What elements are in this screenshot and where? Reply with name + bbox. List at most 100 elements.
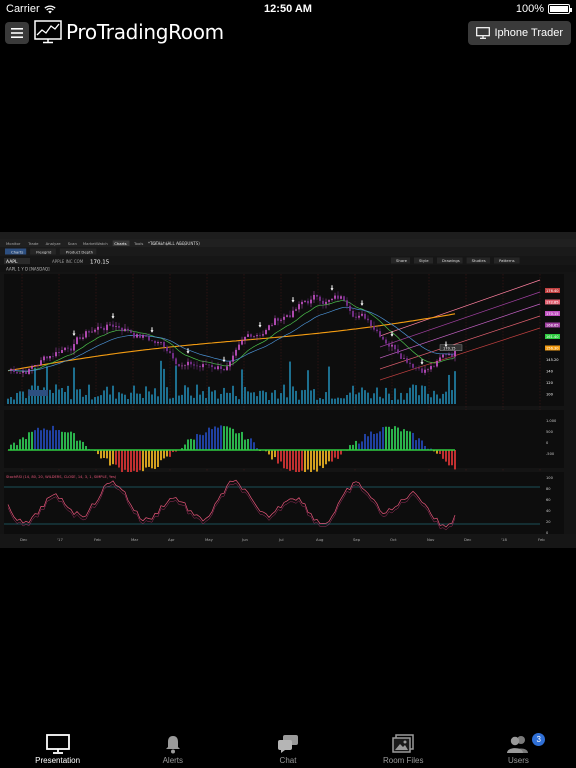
month-axis-label: Nov	[427, 537, 435, 542]
candle-body	[73, 344, 75, 351]
tab-users[interactable]: 3 Users	[461, 730, 576, 768]
oscillator-bar	[319, 450, 321, 466]
candle-body	[67, 347, 69, 349]
volume-bar	[94, 397, 96, 404]
volume-bar	[445, 391, 447, 404]
presentation-screen[interactable]: *TOTAL* (ALL ACCOUNTS) Monitor Trade Analy…	[0, 232, 576, 548]
candle-body	[25, 371, 27, 375]
volume-bar	[10, 397, 12, 404]
chart-tab-label: Flexgrid	[36, 249, 52, 254]
volume-bar	[310, 390, 312, 404]
oscillator-bar	[358, 443, 360, 450]
trading-platform-screenshot: *TOTAL* (ALL ACCOUNTS) Monitor Trade Analy…	[0, 232, 576, 548]
candle-body	[160, 342, 162, 343]
oscillator-bar	[112, 450, 114, 465]
volume-bar	[277, 398, 279, 404]
oscillator-bar	[304, 450, 306, 475]
volume-bar	[166, 387, 168, 404]
candle-body	[61, 349, 63, 354]
volume-bar	[328, 366, 330, 404]
oscillator-bar	[34, 430, 36, 450]
candle-body	[397, 349, 399, 354]
oscillator-bar	[46, 429, 48, 450]
volume-bar	[112, 385, 114, 404]
volume-bar	[193, 397, 195, 404]
candle-body	[79, 337, 81, 339]
volume-bar	[421, 385, 423, 404]
tab-alerts[interactable]: Alerts	[115, 730, 230, 768]
volume-bar	[415, 385, 417, 404]
menu-button[interactable]	[5, 22, 29, 44]
candle-body	[283, 316, 285, 320]
oscillator-bar	[64, 432, 66, 450]
volume-bar	[160, 360, 162, 404]
volume-bar	[343, 398, 345, 404]
oscillator-bar	[391, 428, 393, 450]
oscillator-axis-label: -500	[546, 452, 555, 456]
candle-body	[388, 343, 390, 347]
tab-chat[interactable]: Chat	[230, 730, 345, 768]
candle-body	[304, 300, 306, 302]
volume-bar	[223, 387, 225, 404]
oscillator-bar	[79, 440, 81, 450]
volume-bar	[454, 371, 456, 404]
candle-body	[250, 334, 252, 337]
volume-bar	[151, 394, 153, 404]
candle-body	[364, 313, 366, 319]
candle-body	[229, 361, 231, 367]
platform-nav-item: Monitor	[6, 241, 21, 246]
month-axis-label: '18	[501, 537, 507, 542]
candle-body	[199, 366, 201, 368]
candle-body	[22, 371, 24, 373]
candle-body	[358, 315, 360, 318]
month-axis-label: Apr	[168, 537, 175, 542]
candle-body	[262, 334, 264, 336]
candle-body	[424, 369, 426, 373]
volume-bar	[70, 399, 72, 404]
oscillator-bar	[139, 450, 141, 471]
volume-bar	[307, 370, 309, 404]
candle-body	[109, 324, 111, 326]
oscillator-bar	[37, 427, 39, 450]
candle-body	[145, 335, 147, 337]
oscillator-bar	[148, 450, 150, 467]
candle-body	[232, 355, 234, 362]
oscillator-bar	[301, 450, 303, 471]
candle-body	[370, 320, 372, 327]
volume-bar	[58, 389, 60, 404]
volume-bar	[403, 399, 405, 404]
candle-body	[238, 344, 240, 350]
candle-body	[247, 334, 249, 337]
month-axis-label: '17	[57, 537, 63, 542]
candle-body	[400, 353, 402, 359]
volume-bar	[451, 390, 453, 404]
oscillator-bar	[115, 450, 117, 465]
oscillator-bar	[25, 439, 27, 450]
volume-bar	[91, 399, 93, 404]
oscillator-bar	[232, 428, 234, 450]
volume-bar	[406, 393, 408, 404]
volume-bar	[358, 392, 360, 404]
candle-body	[52, 356, 54, 357]
hamburger-icon	[11, 28, 23, 38]
candle-body	[136, 334, 138, 338]
oscillator-bar	[313, 450, 315, 470]
tab-room-files[interactable]: Room Files	[346, 730, 461, 768]
volume-bar	[391, 399, 393, 404]
candle-body	[256, 335, 258, 337]
iphone-trader-button[interactable]: Iphone Trader	[467, 21, 571, 45]
candle-body	[91, 331, 93, 333]
toolbar-button-label: Studies	[472, 258, 486, 263]
candle-body	[376, 329, 378, 332]
volume-bar	[349, 392, 351, 404]
volume-bar	[313, 389, 315, 404]
volume-bar	[370, 398, 372, 404]
candle-body	[307, 300, 309, 304]
chart-tab-label: Product Depth	[66, 249, 94, 254]
tab-presentation[interactable]: Presentation	[0, 730, 115, 768]
oscillator-bar	[151, 450, 153, 469]
price-axis-label: 100	[546, 393, 554, 397]
candle-body	[139, 334, 141, 338]
volume-bar	[418, 395, 420, 404]
volume-bar	[34, 367, 36, 404]
